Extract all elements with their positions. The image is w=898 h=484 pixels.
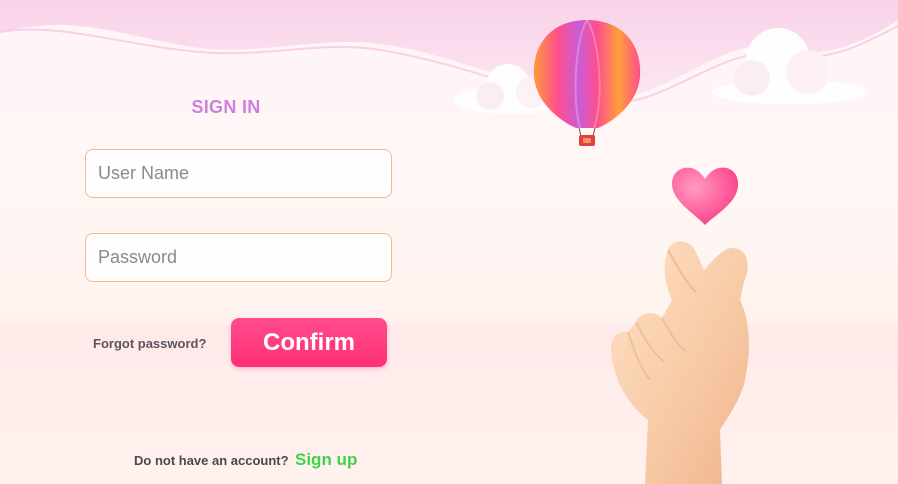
- forgot-password-link[interactable]: Forgot password?: [93, 336, 206, 351]
- confirm-button[interactable]: Confirm: [231, 318, 387, 367]
- hot-air-balloon-icon: [533, 19, 641, 146]
- password-input[interactable]: [85, 233, 392, 282]
- heart-icon: [672, 167, 739, 225]
- signup-prompt: Do not have an account?: [134, 453, 289, 468]
- signup-link[interactable]: Sign up: [295, 450, 357, 470]
- username-input[interactable]: [85, 149, 392, 198]
- page-title: SIGN IN: [191, 97, 261, 117]
- finger-heart-hand-icon: [610, 241, 749, 484]
